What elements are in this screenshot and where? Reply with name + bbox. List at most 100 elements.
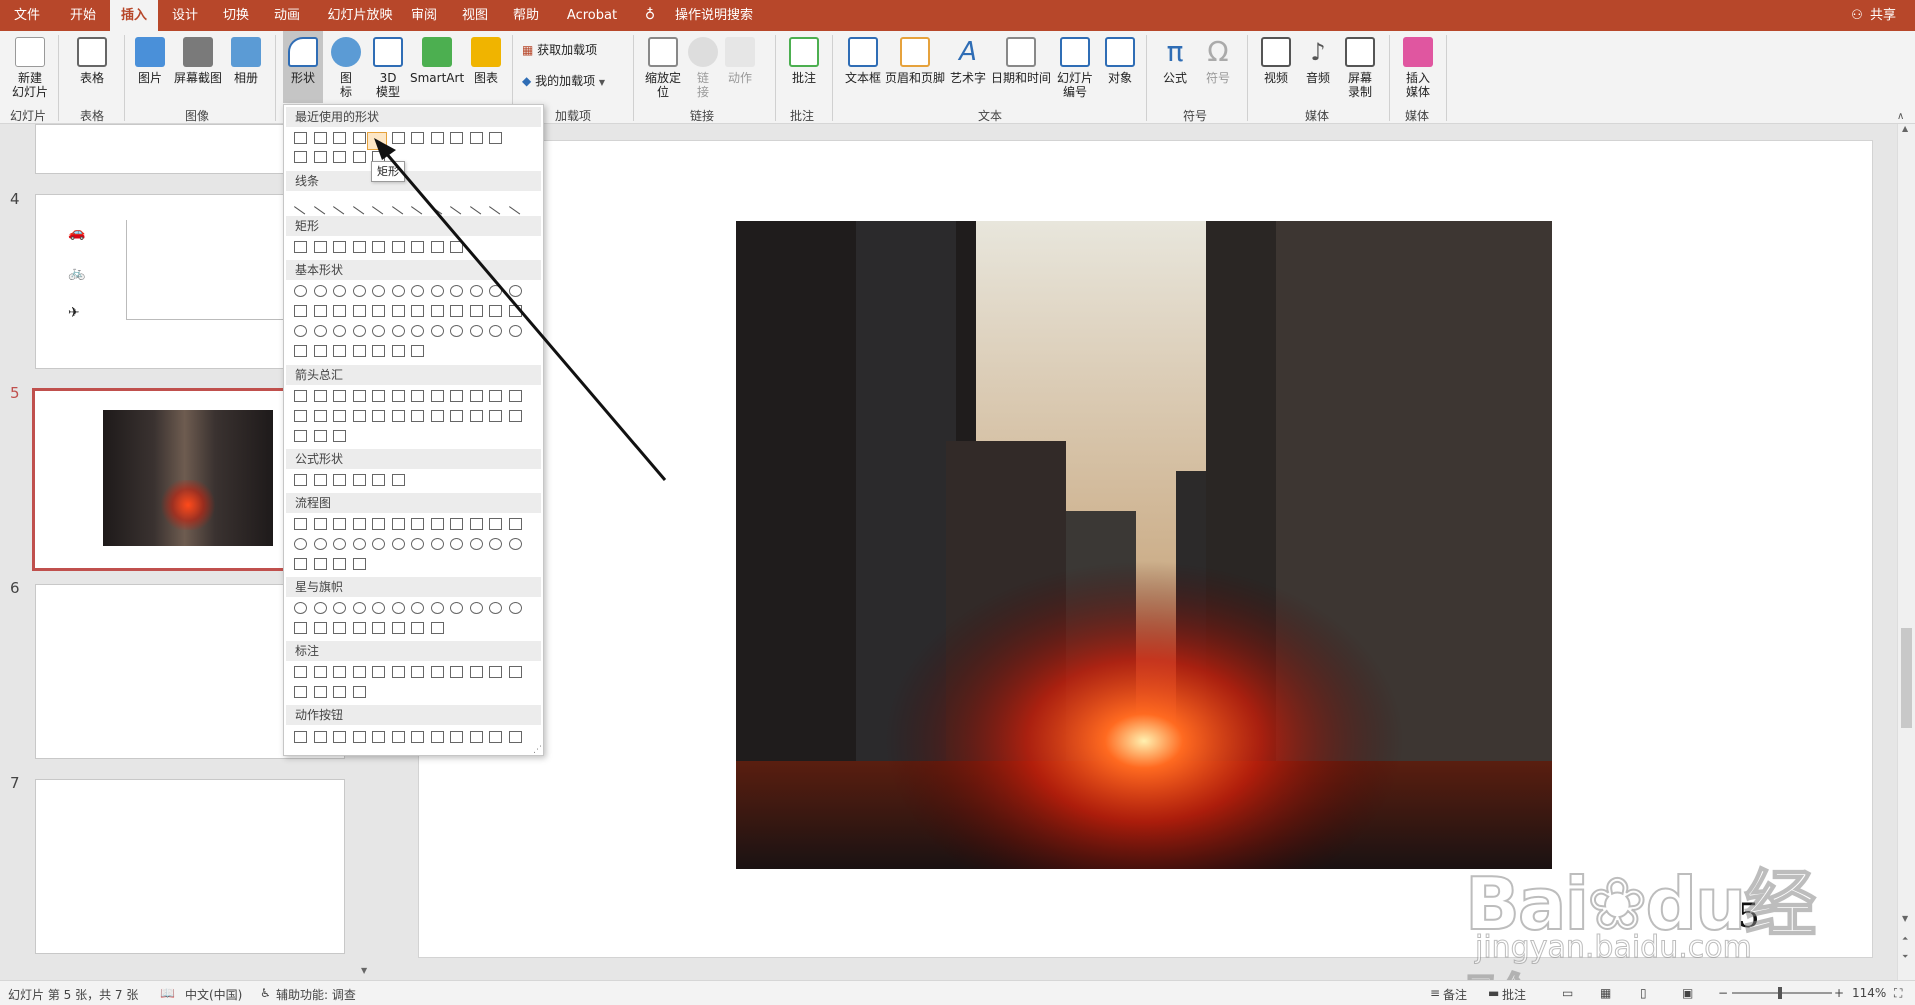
- tab-file[interactable]: 文件: [10, 0, 44, 31]
- object-button[interactable]: 对象: [1100, 31, 1140, 103]
- resize-handle-icon[interactable]: ⋰: [533, 745, 542, 755]
- callouts-row-2[interactable]: [294, 686, 534, 702]
- chart-button[interactable]: 图表: [466, 31, 506, 103]
- scroll-down-icon[interactable]: ▼: [1902, 914, 1908, 923]
- stars-row-2[interactable]: [294, 622, 534, 638]
- flowchart-row-2[interactable]: [294, 538, 534, 554]
- accessibility-icon: ♿: [260, 986, 271, 1000]
- store-icon: ▦: [522, 43, 534, 57]
- shapes-button[interactable]: 形状: [283, 31, 323, 103]
- icons-button[interactable]: 图 标: [328, 31, 364, 103]
- chevron-down-icon: ▼: [598, 78, 606, 87]
- ribbon-tab-bar: 文件 开始 插入 设计 切换 动画 幻灯片放映 审阅 视图 帮助 Acrobat…: [0, 0, 1915, 31]
- tab-insert[interactable]: 插入: [110, 0, 158, 31]
- new-slide-button[interactable]: 新建 幻灯片: [4, 31, 56, 103]
- picture-button[interactable]: 图片: [130, 31, 170, 103]
- tell-me-search[interactable]: 操作说明搜索: [664, 0, 764, 31]
- header-footer-button[interactable]: 页眉和页脚: [884, 31, 946, 103]
- wordart-button[interactable]: A 艺术字: [946, 31, 990, 103]
- zoom-button[interactable]: 缩放定 位: [640, 31, 686, 103]
- tab-home[interactable]: 开始: [63, 0, 103, 31]
- omega-icon: Ω: [1207, 35, 1229, 68]
- spellcheck-icon[interactable]: 📖: [160, 986, 175, 1000]
- slide-number-button[interactable]: 幻灯片 编号: [1052, 31, 1098, 103]
- new-slide-icon: [15, 37, 45, 67]
- cube-icon: [373, 37, 403, 67]
- reading-view-icon[interactable]: ▯: [1640, 986, 1647, 1000]
- share-button[interactable]: 共享: [1866, 0, 1900, 31]
- editor-scrollbar[interactable]: ▲ ▼ ⏶ ⏷: [1897, 124, 1915, 980]
- scroll-up-icon[interactable]: ▲: [1902, 124, 1908, 133]
- zoom-slider[interactable]: [1732, 992, 1832, 994]
- tab-view[interactable]: 视图: [455, 0, 495, 31]
- section-stars-banners: 星与旗帜: [286, 577, 541, 597]
- equation-button[interactable]: π 公式: [1155, 31, 1195, 103]
- hash-icon: [1060, 37, 1090, 67]
- screenshot-button[interactable]: 屏幕截图: [172, 31, 224, 103]
- album-button[interactable]: 相册: [226, 31, 266, 103]
- insert-media-button[interactable]: 插入 媒体: [1396, 31, 1440, 103]
- zoom-out-icon[interactable]: −: [1718, 986, 1728, 1000]
- album-icon: [231, 37, 261, 67]
- my-addins-button[interactable]: ◆ 我的加载项 ▼: [522, 74, 622, 94]
- datetime-button[interactable]: 日期和时间: [990, 31, 1052, 103]
- slide-thumbnail-7[interactable]: [35, 779, 345, 954]
- annotation-arrow: [374, 138, 667, 481]
- picture-icon: [135, 37, 165, 67]
- prev-slide-icon[interactable]: ⏶: [1902, 934, 1908, 944]
- notes-button[interactable]: 备注: [1443, 986, 1467, 1003]
- shapes-icon: [288, 37, 318, 67]
- table-button[interactable]: 表格: [70, 31, 114, 103]
- tab-animations[interactable]: 动画: [267, 0, 307, 31]
- mini-chart: [126, 220, 306, 320]
- textbox-icon: [848, 37, 878, 67]
- status-bar: 幻灯片 第 5 张，共 7 张 📖 中文(中国) ♿ 辅助功能: 调查 ≡ 备注…: [0, 980, 1915, 1005]
- media-icon: [1403, 37, 1433, 67]
- link-button[interactable]: 链 接: [688, 31, 718, 103]
- screen-record-button[interactable]: 屏幕 录制: [1340, 31, 1380, 103]
- zoom-level[interactable]: 114%: [1852, 986, 1886, 1000]
- get-addins-button[interactable]: ▦ 获取加载项: [522, 43, 622, 63]
- flowchart-row-1[interactable]: [294, 518, 534, 534]
- zoom-in-icon[interactable]: +: [1834, 986, 1844, 1000]
- thumbnail-photo: [103, 410, 273, 546]
- language-status[interactable]: 中文(中国): [185, 986, 242, 1003]
- 3d-model-button[interactable]: 3D 模型: [368, 31, 408, 103]
- tab-slideshow[interactable]: 幻灯片放映: [320, 0, 400, 31]
- comment-icon: [789, 37, 819, 67]
- accessibility-status[interactable]: 辅助功能: 调查: [276, 986, 356, 1003]
- fit-window-icon[interactable]: ⛶: [1894, 986, 1902, 1001]
- action-buttons-row[interactable]: [294, 731, 534, 747]
- scroll-thumb[interactable]: [1901, 628, 1912, 728]
- textbox-button[interactable]: 文本框: [838, 31, 888, 103]
- video-button[interactable]: 视频: [1256, 31, 1296, 103]
- audio-button[interactable]: ♪ 音频: [1298, 31, 1338, 103]
- slide-sorter-icon[interactable]: ▦: [1600, 986, 1611, 1000]
- section-callouts: 标注: [286, 641, 541, 661]
- comments-button[interactable]: 批注: [1502, 986, 1526, 1003]
- symbol-button[interactable]: Ω 符号: [1198, 31, 1238, 103]
- action-button[interactable]: 动作: [722, 31, 758, 103]
- tab-transitions[interactable]: 切换: [216, 0, 256, 31]
- tab-design[interactable]: 设计: [165, 0, 205, 31]
- addins-icon: ◆: [522, 74, 532, 88]
- tab-help[interactable]: 帮助: [506, 0, 546, 31]
- object-icon: [1105, 37, 1135, 67]
- scroll-down-icon[interactable]: ▼: [361, 966, 367, 975]
- flowchart-row-3[interactable]: [294, 558, 534, 574]
- slideshow-icon[interactable]: ▣: [1682, 986, 1693, 1000]
- icons-icon: [331, 37, 361, 67]
- tab-acrobat[interactable]: Acrobat: [559, 0, 625, 31]
- comment-button[interactable]: 批注: [784, 31, 824, 103]
- zoom-slider-thumb[interactable]: [1778, 987, 1782, 999]
- stars-row-1[interactable]: [294, 602, 534, 618]
- city-sunset-photo[interactable]: [736, 221, 1552, 869]
- normal-view-icon[interactable]: ▭: [1562, 986, 1573, 1000]
- callouts-row-1[interactable]: [294, 666, 534, 682]
- collapse-ribbon-icon[interactable]: ∧: [1897, 111, 1904, 122]
- bike-icon: 🚲: [68, 265, 86, 281]
- smartart-button[interactable]: SmartArt: [410, 31, 464, 103]
- smartart-icon: [422, 37, 452, 67]
- tab-review[interactable]: 审阅: [404, 0, 444, 31]
- next-slide-icon[interactable]: ⏷: [1902, 952, 1908, 962]
